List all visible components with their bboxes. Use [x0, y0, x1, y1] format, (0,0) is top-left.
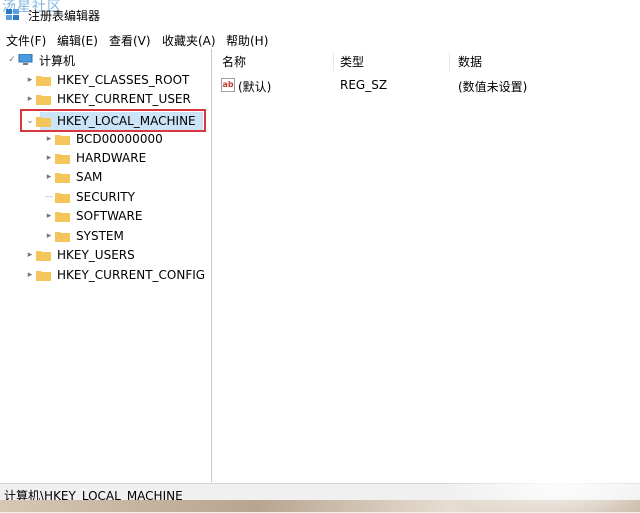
folder-icon — [55, 154, 70, 164]
chevron-right-icon[interactable]: ▸ — [24, 266, 36, 284]
value-data: (数值未设置) — [458, 80, 528, 94]
menu-file[interactable]: 文件(F) — [6, 32, 46, 49]
folder-icon — [55, 193, 70, 203]
chevron-down-icon[interactable]: ⌄ — [24, 112, 36, 130]
folder-icon — [55, 232, 70, 242]
folder-icon — [36, 271, 51, 281]
menu-view[interactable]: 查看(V) — [109, 32, 151, 49]
tree-item-sam[interactable]: ▸ SAM — [43, 168, 103, 186]
chevron-right-icon[interactable]: ▸ — [43, 207, 55, 225]
menu-bar: 文件(F) 编辑(E) 查看(V) 收藏夹(A) 帮助(H) — [0, 29, 640, 49]
computer-icon — [18, 54, 33, 65]
tree-root-computer[interactable]: ✓ 计算机 — [6, 51, 75, 69]
column-header-data[interactable]: 数据 — [450, 53, 640, 71]
chevron-right-icon[interactable]: ▸ — [43, 130, 55, 148]
chevron-down-icon[interactable]: ✓ — [6, 51, 18, 69]
folder-icon — [55, 173, 70, 183]
registry-editor-app-icon — [6, 9, 19, 20]
tree-item-security[interactable]: — SECURITY — [43, 188, 135, 206]
tree-item-hardware[interactable]: ▸ HARDWARE — [43, 149, 146, 167]
string-value-icon: ab — [221, 78, 235, 92]
folder-icon — [36, 76, 51, 86]
menu-edit[interactable]: 编辑(E) — [57, 32, 98, 49]
title-bar: 汤星社区 注册表编辑器 — [0, 0, 640, 28]
tree-item-software[interactable]: ▸ SOFTWARE — [43, 207, 143, 225]
tree-label: SYSTEM — [76, 229, 124, 243]
chevron-right-icon[interactable]: ▸ — [43, 149, 55, 167]
column-header-type[interactable]: 类型 — [332, 53, 450, 71]
value-type: REG_SZ — [340, 78, 388, 92]
tree-item-hkey-local-machine[interactable]: ⌄ HKEY_LOCAL_MACHINE — [24, 112, 196, 130]
tree-item-hkey-users[interactable]: ▸ HKEY_USERS — [24, 246, 135, 264]
tree-label: HARDWARE — [76, 151, 147, 165]
chevron-right-icon[interactable]: ▸ — [24, 90, 36, 108]
folder-icon — [55, 212, 70, 222]
tree-label: SOFTWARE — [76, 209, 143, 223]
tree-connector-icon: — — [44, 192, 54, 202]
tree-label: HKEY_LOCAL_MACHINE — [57, 114, 196, 128]
tree-label: BCD00000000 — [76, 132, 163, 146]
chevron-right-icon[interactable]: ▸ — [43, 168, 55, 186]
tree-label: HKEY_CURRENT_USER — [57, 92, 191, 106]
overlay-blur — [440, 420, 640, 512]
tree-label: SECURITY — [76, 190, 135, 204]
tree-item-hkey-current-user[interactable]: ▸ HKEY_CURRENT_USER — [24, 90, 191, 108]
tree-label: 计算机 — [39, 53, 76, 68]
menu-favorites[interactable]: 收藏夹(A) — [162, 32, 216, 49]
chevron-right-icon[interactable]: ▸ — [24, 71, 36, 89]
tree-label: HKEY_CURRENT_CONFIG — [57, 268, 206, 282]
folder-icon — [36, 251, 51, 261]
folder-icon — [55, 135, 70, 145]
value-name[interactable]: (默认) — [238, 78, 271, 95]
tree-item-bcd00000000[interactable]: ▸ BCD00000000 — [43, 130, 163, 148]
tree-item-hkey-current-config[interactable]: ▸ HKEY_CURRENT_CONFIG — [24, 266, 205, 284]
tree-item-hkey-classes-root[interactable]: ▸ HKEY_CLASSES_ROOT — [24, 71, 190, 89]
folder-icon — [36, 95, 51, 105]
folder-icon — [36, 117, 51, 127]
tree-item-system[interactable]: ▸ SYSTEM — [43, 227, 124, 245]
tree-label: HKEY_CLASSES_ROOT — [57, 73, 190, 87]
tree-label: HKEY_USERS — [57, 248, 135, 262]
values-list-pane[interactable]: 名称 类型 数据 ab (默认) REG_SZ (数值未设置) — [214, 49, 640, 482]
menu-help[interactable]: 帮助(H) — [226, 32, 268, 49]
tree-label: SAM — [76, 170, 103, 184]
window-title: 注册表编辑器 — [28, 9, 101, 23]
chevron-right-icon[interactable]: ▸ — [43, 227, 55, 245]
chevron-right-icon[interactable]: ▸ — [24, 246, 36, 264]
column-header-name[interactable]: 名称 — [214, 53, 334, 71]
